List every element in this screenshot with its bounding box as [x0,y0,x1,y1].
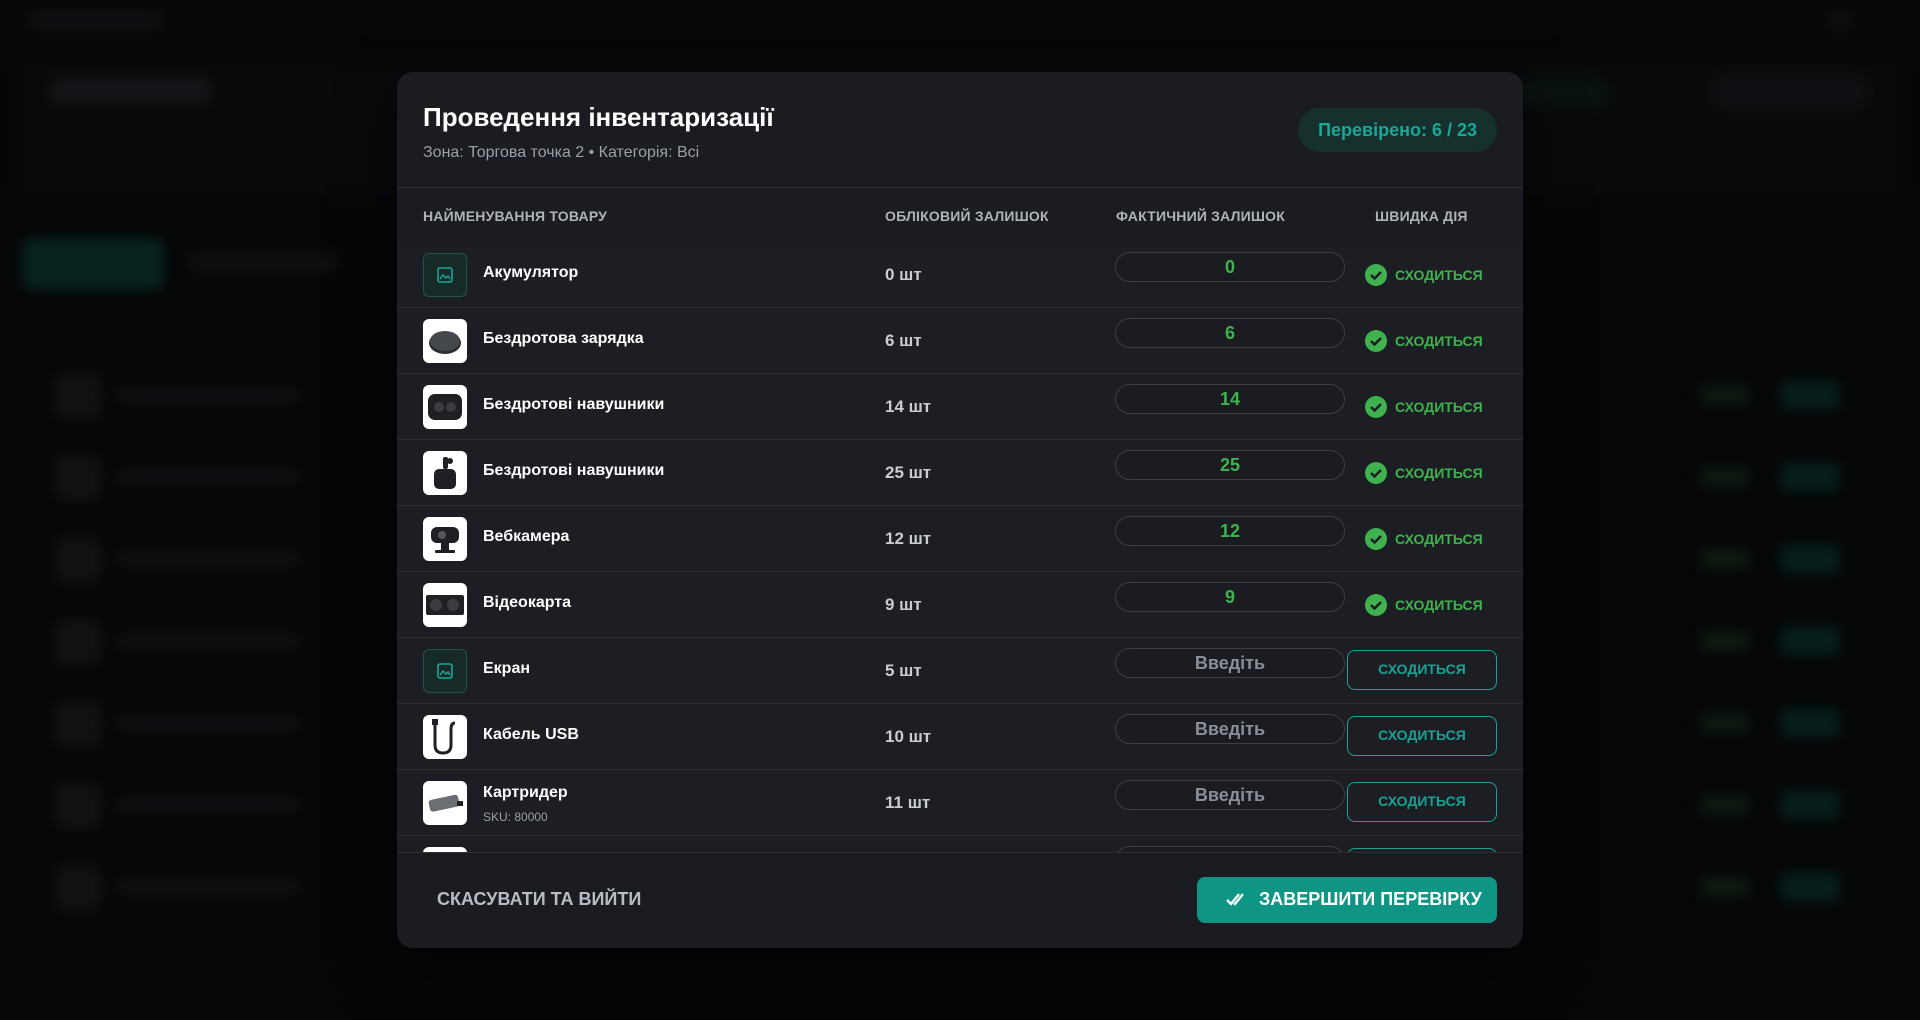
finish-check-label: ЗАВЕРШИТИ ПЕРЕВІРКУ [1259,889,1482,909]
image-placeholder-icon [423,253,467,297]
book-stock: 6 шт [885,331,922,350]
table-row: Акумулятор 0 шт 0 СХОДИТЬСЯ [397,242,1523,308]
table-header: НАЙМЕНУВАННЯ ТОВАРУ ОБЛІКОВИЙ ЗАЛИШОК ФА… [397,188,1523,242]
wireless-charger-icon [423,319,467,363]
double-check-icon [1226,893,1244,906]
product-sku: SKU: 80000 [483,810,548,824]
inventory-list[interactable]: Акумулятор 0 шт 0 СХОДИТЬСЯ Бездротова з… [397,242,1523,922]
table-row: Відеокарта 9 шт 9 СХОДИТЬСЯ [397,572,1523,638]
actual-stock-input[interactable]: 0 [1115,252,1345,282]
book-stock: 9 шт [885,595,922,614]
product-name: Екран [483,660,531,677]
actual-stock-input[interactable]: 25 [1115,450,1345,480]
book-stock: 25 шт [885,463,932,482]
verified-progress-badge: Перевірено: 6 / 23 [1298,108,1497,152]
table-row: Вебкамера 12 шт 12 СХОДИТЬСЯ [397,506,1523,572]
inventory-modal: Проведення інвентаризації Зона: Торгова … [397,72,1523,948]
column-header-actual-stock: ФАКТИЧНИЙ ЗАЛИШОК [1116,208,1286,224]
check-circle-icon [1365,330,1387,352]
table-row: Бездротова зарядка 6 шт 6 СХОДИТЬСЯ [397,308,1523,374]
webcam-icon [423,517,467,561]
column-header-book-stock: ОБЛІКОВИЙ ЗАЛИШОК [885,208,1049,224]
cancel-and-exit-button[interactable]: СКАСУВАТИ ТА ВИЙТИ [437,889,641,910]
table-row: Бездротові навушники 14 шт 14 СХОДИТЬСЯ [397,374,1523,440]
table-row: Бездротові навушники 25 шт 25 СХОДИТЬСЯ [397,440,1523,506]
modal-header: Проведення інвентаризації Зона: Торгова … [397,72,1523,188]
mark-match-button[interactable]: СХОДИТЬСЯ [1347,782,1497,822]
match-status-label: СХОДИТЬСЯ [1395,399,1483,415]
card-reader-icon [423,781,467,825]
product-name: Акумулятор [483,264,579,281]
check-circle-icon [1365,528,1387,550]
actual-stock-input[interactable]: Введіть [1115,648,1345,678]
book-stock: 12 шт [885,529,932,548]
actual-stock-input[interactable]: Введіть [1115,780,1345,810]
graphics-card-icon [423,583,467,627]
earbuds-icon [423,451,467,495]
earbuds-case-icon [423,385,467,429]
product-name: Кабель USB [483,726,579,743]
match-status-label: СХОДИТЬСЯ [1395,333,1483,349]
usb-cable-icon [423,715,467,759]
book-stock: 5 шт [885,661,922,680]
check-circle-icon [1365,594,1387,616]
column-header-name: НАЙМЕНУВАННЯ ТОВАРУ [423,208,608,224]
product-name: Бездротові навушники [483,396,665,413]
modal-subtitle: Зона: Торгова точка 2 • Категорія: Всі [423,144,700,161]
product-name: Вебкамера [483,528,570,545]
actual-stock-input[interactable]: 6 [1115,318,1345,348]
match-status-label: СХОДИТЬСЯ [1395,465,1483,481]
image-placeholder-icon [423,649,467,693]
actual-stock-input[interactable]: 12 [1115,516,1345,546]
book-stock: 10 шт [885,727,932,746]
match-status-label: СХОДИТЬСЯ [1395,597,1483,613]
modal-title: Проведення інвентаризації [423,102,774,132]
actual-stock-input[interactable]: 14 [1115,384,1345,414]
product-name: Відеокарта [483,594,572,611]
modal-footer: СКАСУВАТИ ТА ВИЙТИ ЗАВЕРШИТИ ПЕРЕВІРКУ [397,852,1523,948]
product-name: Бездротова зарядка [483,330,644,347]
mark-match-button[interactable]: СХОДИТЬСЯ [1347,716,1497,756]
check-circle-icon [1365,396,1387,418]
book-stock: 14 шт [885,397,932,416]
match-status-label: СХОДИТЬСЯ [1395,267,1483,283]
check-circle-icon [1365,462,1387,484]
table-row: Картридер SKU: 80000 11 шт Введіть СХОДИ… [397,770,1523,836]
book-stock: 0 шт [885,265,922,284]
match-status-label: СХОДИТЬСЯ [1395,531,1483,547]
book-stock: 11 шт [885,793,931,812]
mark-match-button[interactable]: СХОДИТЬСЯ [1347,650,1497,690]
product-name: Бездротові навушники [483,462,665,479]
actual-stock-input[interactable]: Введіть [1115,714,1345,744]
column-header-quick-action: ШВИДКА ДІЯ [1375,208,1468,224]
table-row: Екран 5 шт Введіть СХОДИТЬСЯ [397,638,1523,704]
product-name: Картридер [483,784,568,801]
finish-check-button[interactable]: ЗАВЕРШИТИ ПЕРЕВІРКУ [1197,877,1497,923]
check-circle-icon [1365,264,1387,286]
actual-stock-input[interactable]: 9 [1115,582,1345,612]
table-row: Кабель USB 10 шт Введіть СХОДИТЬСЯ [397,704,1523,770]
